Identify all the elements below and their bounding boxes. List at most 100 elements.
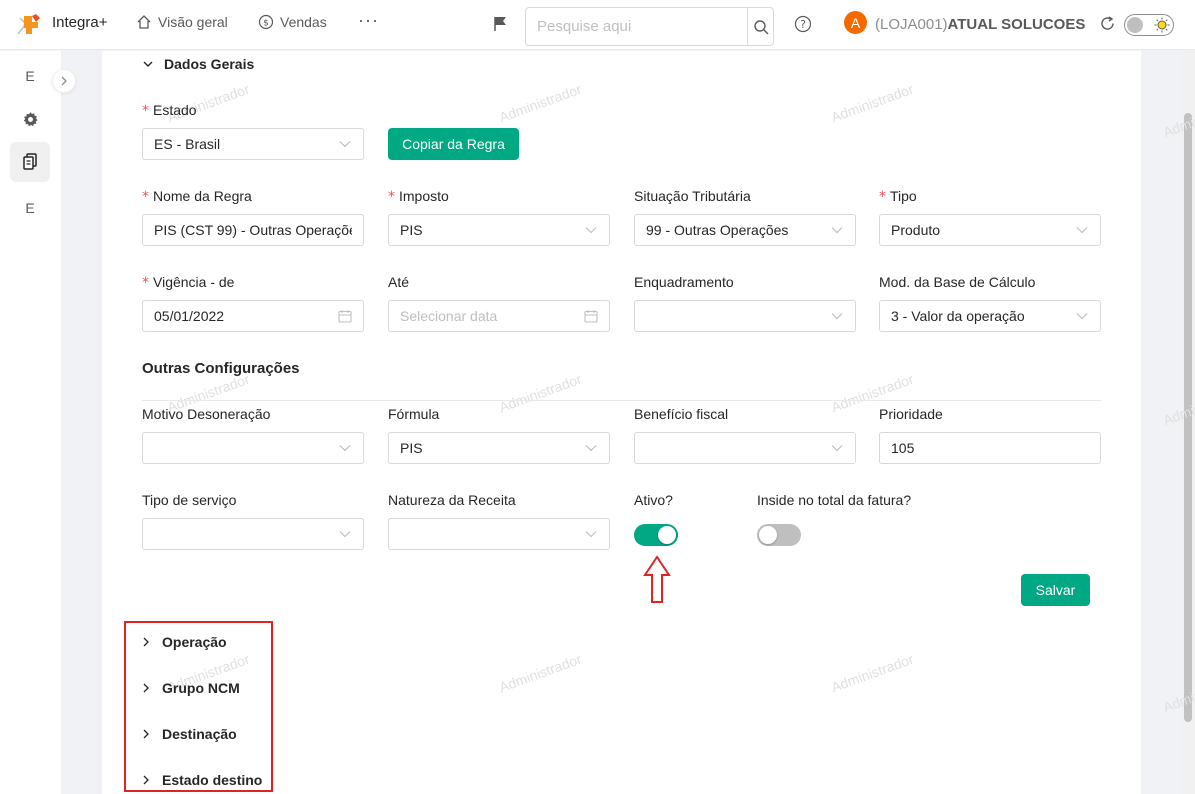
mod-base-calculo-select[interactable]: 3 - Valor da operação [879, 300, 1101, 332]
help-icon[interactable]: ? [794, 15, 812, 33]
tipo-select[interactable]: Produto [879, 214, 1101, 246]
motivo-desoneracao-label: Motivo Desoneração [142, 406, 271, 422]
more-menu-button[interactable]: ··· [358, 10, 379, 31]
sidebar-item-label: E [25, 68, 35, 84]
dados-gerais-header[interactable]: Dados Gerais [142, 56, 254, 72]
scrollbar-thumb[interactable] [1184, 113, 1192, 722]
top-bar: Integra+ Visão geral $ Vendas ··· ? A (L… [0, 0, 1195, 50]
imposto-label: * Imposto [388, 188, 449, 205]
avatar[interactable]: A [844, 11, 867, 34]
sidebar-item-e-2[interactable]: E [10, 188, 50, 228]
imposto-select[interactable]: PIS [388, 214, 610, 246]
home-icon [137, 15, 151, 29]
search-icon [753, 19, 768, 34]
tipo-value: Produto [891, 222, 941, 238]
mod-base-calculo-value: 3 - Valor da operação [891, 308, 1025, 324]
nav-vendas-label: Vendas [280, 14, 327, 30]
search-input[interactable] [526, 8, 747, 45]
ativo-label: Ativo? [634, 492, 673, 508]
nome-regra-label: * Nome da Regra [142, 188, 252, 205]
scrollbar[interactable] [1181, 51, 1195, 794]
panel-destinacao[interactable]: Destinação [142, 726, 237, 742]
switch-knob [759, 526, 777, 544]
chevron-down-icon [1076, 313, 1088, 320]
chevron-down-icon [585, 531, 597, 538]
sidebar-item-e-1[interactable]: E [10, 56, 50, 96]
formula-value: PIS [400, 440, 423, 456]
nav-vendas[interactable]: $ Vendas [258, 14, 327, 30]
chevron-down-icon [339, 531, 351, 538]
store-title: ATUAL SOLUCOES [947, 16, 1086, 33]
panel-operacao-label: Operação [162, 634, 227, 650]
chevron-down-icon [831, 313, 843, 320]
panel-estado-destino[interactable]: Estado destino [142, 772, 262, 788]
sidebar-item-label: E [25, 200, 35, 216]
prioridade-input[interactable]: 105 [879, 432, 1101, 464]
vigencia-date-picker[interactable]: 05/01/2022 [142, 300, 364, 332]
chevron-right-icon [143, 637, 149, 647]
estado-value: ES - Brasil [154, 136, 221, 152]
switch-knob [658, 526, 676, 544]
save-button[interactable]: Salvar [1021, 574, 1090, 606]
outras-configuracoes-title: Outras Configurações [142, 360, 300, 377]
tipo-label: * Tipo [879, 188, 917, 205]
prioridade-value: 105 [891, 440, 915, 456]
nome-regra-input[interactable]: PIS (CST 99) - Outras Operações [142, 214, 364, 246]
mod-base-calculo-label: Mod. da Base de Cálculo [879, 274, 1036, 290]
copiar-regra-button[interactable]: Copiar da Regra [388, 128, 519, 160]
estado-label: * Estado [142, 102, 197, 119]
nome-regra-value: PIS (CST 99) - Outras Operações [154, 222, 352, 238]
chevron-down-icon [831, 227, 843, 234]
vigencia-value: 05/01/2022 [154, 308, 225, 324]
calendar-icon [338, 310, 352, 323]
panel-grupo-ncm[interactable]: Grupo NCM [142, 680, 240, 696]
inside-total-fatura-label: Inside no total da fatura? [757, 492, 912, 508]
panel-grupo-ncm-label: Grupo NCM [162, 680, 240, 696]
sidebar-item-settings[interactable] [10, 99, 50, 139]
chevron-down-icon [585, 445, 597, 452]
motivo-desoneracao-select[interactable] [142, 432, 364, 464]
panel-destinacao-label: Destinação [162, 726, 237, 742]
nav-visao-geral[interactable]: Visão geral [136, 14, 228, 30]
panel-operacao[interactable]: Operação [142, 634, 227, 650]
dollar-circle-icon: $ [258, 14, 274, 30]
situacao-tributaria-value: 99 - Outras Operações [646, 222, 789, 238]
ativo-switch[interactable] [634, 524, 678, 546]
sidebar-item-documents[interactable] [10, 142, 50, 182]
sidebar-expand-button[interactable] [52, 69, 76, 93]
ate-placeholder: Selecionar data [400, 308, 498, 324]
chevron-down-icon [339, 445, 351, 452]
panel-estado-destino-label: Estado destino [162, 772, 263, 788]
chevron-down-icon [831, 445, 843, 452]
formula-select[interactable]: PIS [388, 432, 610, 464]
enquadramento-label: Enquadramento [634, 274, 734, 290]
svg-text:?: ? [800, 18, 806, 31]
formula-label: Fórmula [388, 406, 440, 422]
theme-toggle-knob [1127, 17, 1143, 33]
search-button[interactable] [747, 8, 773, 45]
chevron-down-icon [1076, 227, 1088, 234]
gear-icon [23, 111, 38, 126]
situacao-tributaria-label: Situação Tributária [634, 188, 751, 204]
store-name[interactable]: (LOJA001)ATUAL SOLUCOES [875, 16, 1085, 33]
copy-document-icon [23, 153, 37, 170]
natureza-receita-select[interactable] [388, 518, 610, 550]
flag-icon[interactable] [492, 15, 510, 33]
enquadramento-select[interactable] [634, 300, 856, 332]
refresh-icon[interactable] [1099, 15, 1116, 32]
brand-name[interactable]: Integra+ [52, 14, 107, 31]
store-code: (LOJA001) [875, 16, 948, 33]
theme-toggle[interactable] [1124, 14, 1174, 36]
svg-text:$: $ [263, 19, 269, 29]
section-divider [142, 400, 1101, 401]
situacao-tributaria-select[interactable]: 99 - Outras Operações [634, 214, 856, 246]
beneficio-fiscal-select[interactable] [634, 432, 856, 464]
tipo-servico-select[interactable] [142, 518, 364, 550]
estado-select[interactable]: ES - Brasil [142, 128, 364, 160]
integra-logo-icon[interactable] [14, 12, 42, 36]
beneficio-fiscal-label: Benefício fiscal [634, 406, 729, 422]
search-box [525, 7, 774, 46]
ate-date-picker[interactable]: Selecionar data [388, 300, 610, 332]
inside-total-fatura-switch[interactable] [757, 524, 801, 546]
nav-visao-geral-label: Visão geral [158, 14, 228, 30]
